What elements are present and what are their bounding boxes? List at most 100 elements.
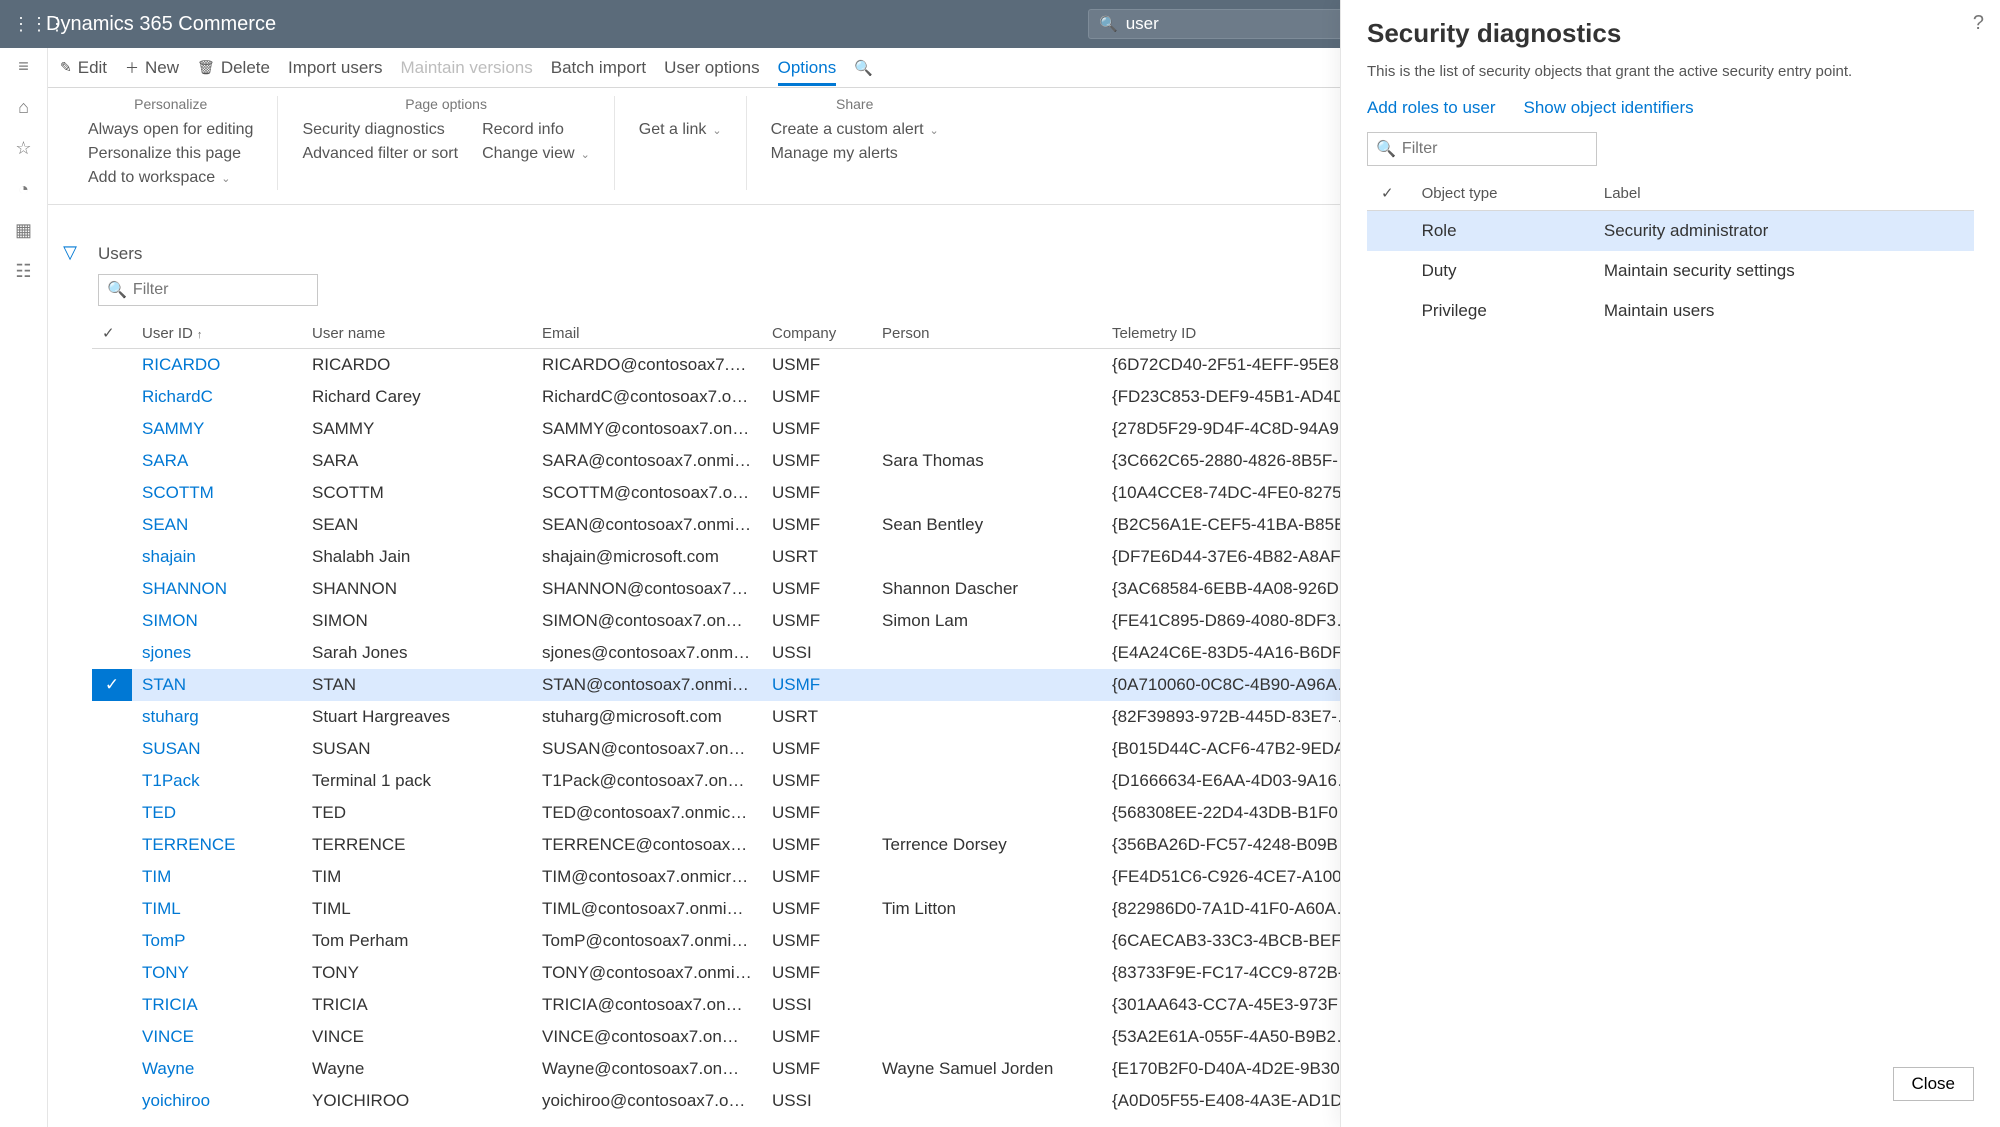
cell-user-id[interactable]: VINCE bbox=[132, 1021, 302, 1053]
row-checkbox[interactable]: ✓ bbox=[92, 893, 132, 925]
security-diagnostics-link[interactable]: Security diagnostics bbox=[302, 118, 458, 142]
cell-user-id[interactable]: SAMMY bbox=[132, 413, 302, 445]
row-checkbox[interactable] bbox=[1367, 251, 1408, 291]
delete-button[interactable]: 🗑Delete bbox=[197, 58, 270, 78]
col-user-name[interactable]: User name bbox=[302, 318, 532, 349]
app-launcher-icon[interactable]: ⋮⋮⋮ bbox=[12, 14, 30, 35]
cell-user-id[interactable]: TomP bbox=[132, 925, 302, 957]
cell-user-id[interactable]: stuharg bbox=[132, 701, 302, 733]
close-button[interactable]: Close bbox=[1893, 1067, 1974, 1101]
cell-user-id[interactable]: SUSAN bbox=[132, 733, 302, 765]
import-users-button[interactable]: Import users bbox=[288, 58, 382, 78]
workspaces-icon[interactable]: ▦ bbox=[15, 220, 32, 241]
row-checkbox[interactable]: ✓ bbox=[92, 765, 132, 797]
change-view-link[interactable]: Change view⌄ bbox=[482, 142, 590, 166]
row-checkbox[interactable]: ✓ bbox=[92, 573, 132, 605]
record-info-link[interactable]: Record info bbox=[482, 118, 590, 142]
filter-column-toggle[interactable]: ▽ bbox=[48, 228, 92, 1127]
panel-filter-input[interactable] bbox=[1402, 140, 1588, 158]
table-row[interactable]: RoleSecurity administrator bbox=[1367, 211, 1974, 252]
row-checkbox[interactable]: ✓ bbox=[92, 477, 132, 509]
col-user-id[interactable]: User ID↑ bbox=[132, 318, 302, 349]
panel-title: Security diagnostics bbox=[1367, 18, 1974, 49]
cell-user-id[interactable]: TERRENCE bbox=[132, 829, 302, 861]
row-checkbox[interactable]: ✓ bbox=[92, 509, 132, 541]
panel-filter[interactable]: 🔍 bbox=[1367, 132, 1597, 166]
row-checkbox[interactable]: ✓ bbox=[92, 829, 132, 861]
col-person[interactable]: Person bbox=[872, 318, 1102, 349]
row-checkbox[interactable]: ✓ bbox=[92, 381, 132, 413]
cell-user-id[interactable]: SHANNON bbox=[132, 573, 302, 605]
help-icon[interactable]: ? bbox=[1973, 12, 1984, 35]
row-checkbox[interactable]: ✓ bbox=[92, 701, 132, 733]
recent-icon[interactable]: ◔ bbox=[18, 179, 29, 200]
row-checkbox[interactable]: ✓ bbox=[92, 925, 132, 957]
select-all-checkbox[interactable]: ✓ bbox=[102, 325, 115, 342]
create-custom-alert-link[interactable]: Create a custom alert⌄ bbox=[771, 118, 939, 142]
cell-user-id[interactable]: SARA bbox=[132, 445, 302, 477]
options-tab[interactable]: Options bbox=[778, 58, 837, 86]
cell-user-id[interactable]: STAN bbox=[132, 669, 302, 701]
table-row[interactable]: PrivilegeMaintain users bbox=[1367, 291, 1974, 331]
row-checkbox[interactable]: ✓ bbox=[92, 797, 132, 829]
row-checkbox[interactable]: ✓ bbox=[92, 413, 132, 445]
cell-user-id[interactable]: SCOTTM bbox=[132, 477, 302, 509]
cell-user-id[interactable]: TIML bbox=[132, 893, 302, 925]
row-checkbox[interactable]: ✓ bbox=[92, 957, 132, 989]
row-checkbox[interactable] bbox=[1367, 211, 1408, 252]
cell-user-id[interactable]: TRICIA bbox=[132, 989, 302, 1021]
cell-user-id[interactable]: RICARDO bbox=[132, 349, 302, 382]
col-company[interactable]: Company bbox=[762, 318, 872, 349]
manage-my-alerts-link[interactable]: Manage my alerts bbox=[771, 142, 939, 166]
cell-user-id[interactable]: RichardC bbox=[132, 381, 302, 413]
cell-user-id[interactable]: T1Pack bbox=[132, 765, 302, 797]
row-checkbox[interactable]: ✓ bbox=[92, 637, 132, 669]
cell-user-id[interactable]: TIM bbox=[132, 861, 302, 893]
user-options-button[interactable]: User options bbox=[664, 58, 759, 78]
row-checkbox[interactable]: ✓ bbox=[92, 1021, 132, 1053]
cell-user-id[interactable]: TED bbox=[132, 797, 302, 829]
row-checkbox[interactable]: ✓ bbox=[92, 989, 132, 1021]
nav-rail: ≡ ⌂ ☆ ◔ ▦ ☷ bbox=[0, 48, 48, 1127]
add-roles-to-user-link[interactable]: Add roles to user bbox=[1367, 98, 1496, 118]
row-checkbox[interactable]: ✓ bbox=[92, 445, 132, 477]
cell-user-id[interactable]: SEAN bbox=[132, 509, 302, 541]
advanced-filter-link[interactable]: Advanced filter or sort bbox=[302, 142, 458, 166]
select-all-checkbox[interactable]: ✓ bbox=[1381, 185, 1394, 202]
cell-user-id[interactable]: TONY bbox=[132, 957, 302, 989]
grid-filter[interactable]: 🔍 bbox=[98, 274, 318, 306]
cell-user-id[interactable]: sjones bbox=[132, 637, 302, 669]
grid-filter-input[interactable] bbox=[133, 281, 309, 299]
home-icon[interactable]: ⌂ bbox=[18, 97, 29, 118]
row-checkbox[interactable]: ✓ bbox=[92, 1085, 132, 1117]
col-email[interactable]: Email bbox=[532, 318, 762, 349]
show-object-identifiers-link[interactable]: Show object identifiers bbox=[1524, 98, 1694, 118]
row-checkbox[interactable] bbox=[1367, 291, 1408, 331]
row-checkbox[interactable]: ✓ bbox=[92, 605, 132, 637]
col-label[interactable]: Label bbox=[1590, 176, 1974, 211]
row-checkbox[interactable]: ✓ bbox=[92, 733, 132, 765]
row-checkbox[interactable]: ✓ bbox=[92, 349, 132, 382]
cell-user-id[interactable]: shajain bbox=[132, 541, 302, 573]
get-a-link[interactable]: Get a link⌄ bbox=[639, 118, 722, 142]
row-checkbox[interactable]: ✓ bbox=[92, 669, 132, 701]
personalize-page-link[interactable]: Personalize this page bbox=[88, 142, 253, 166]
col-object-type[interactable]: Object type bbox=[1408, 176, 1590, 211]
edit-button[interactable]: ✎Edit bbox=[60, 58, 107, 78]
add-to-workspace-link[interactable]: Add to workspace⌄ bbox=[88, 166, 253, 190]
row-checkbox[interactable]: ✓ bbox=[92, 861, 132, 893]
table-row[interactable]: DutyMaintain security settings bbox=[1367, 251, 1974, 291]
cell-user-id[interactable]: SIMON bbox=[132, 605, 302, 637]
modules-icon[interactable]: ☷ bbox=[15, 261, 31, 282]
favorites-icon[interactable]: ☆ bbox=[15, 138, 31, 159]
cell-user-id[interactable]: Wayne bbox=[132, 1053, 302, 1085]
find-icon[interactable]: 🔍 bbox=[854, 59, 873, 77]
new-button[interactable]: ＋New bbox=[125, 58, 179, 78]
hamburger-icon[interactable]: ≡ bbox=[18, 56, 29, 77]
row-checkbox[interactable]: ✓ bbox=[92, 541, 132, 573]
batch-import-button[interactable]: Batch import bbox=[551, 58, 646, 78]
cell-label: Security administrator bbox=[1590, 211, 1974, 252]
cell-user-id[interactable]: yoichiroo bbox=[132, 1085, 302, 1117]
row-checkbox[interactable]: ✓ bbox=[92, 1053, 132, 1085]
always-open-link[interactable]: Always open for editing bbox=[88, 118, 253, 142]
